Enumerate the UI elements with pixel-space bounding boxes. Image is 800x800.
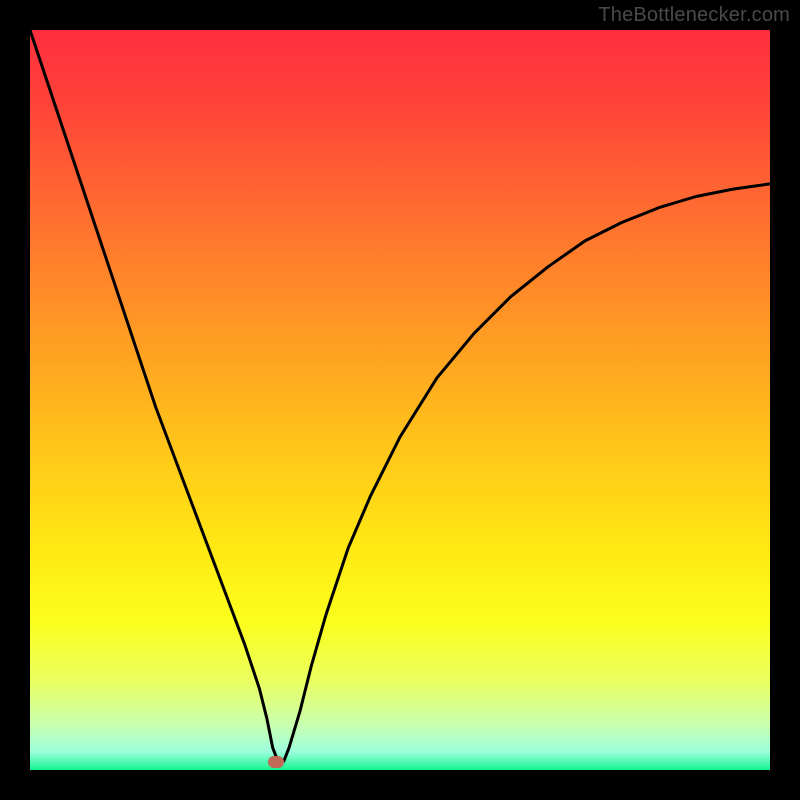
bottleneck-curve — [30, 30, 770, 770]
selected-point-marker — [268, 756, 284, 768]
watermark-text: TheBottlenecker.com — [598, 4, 790, 27]
chart-stage: TheBottlenecker.com — [0, 0, 800, 800]
